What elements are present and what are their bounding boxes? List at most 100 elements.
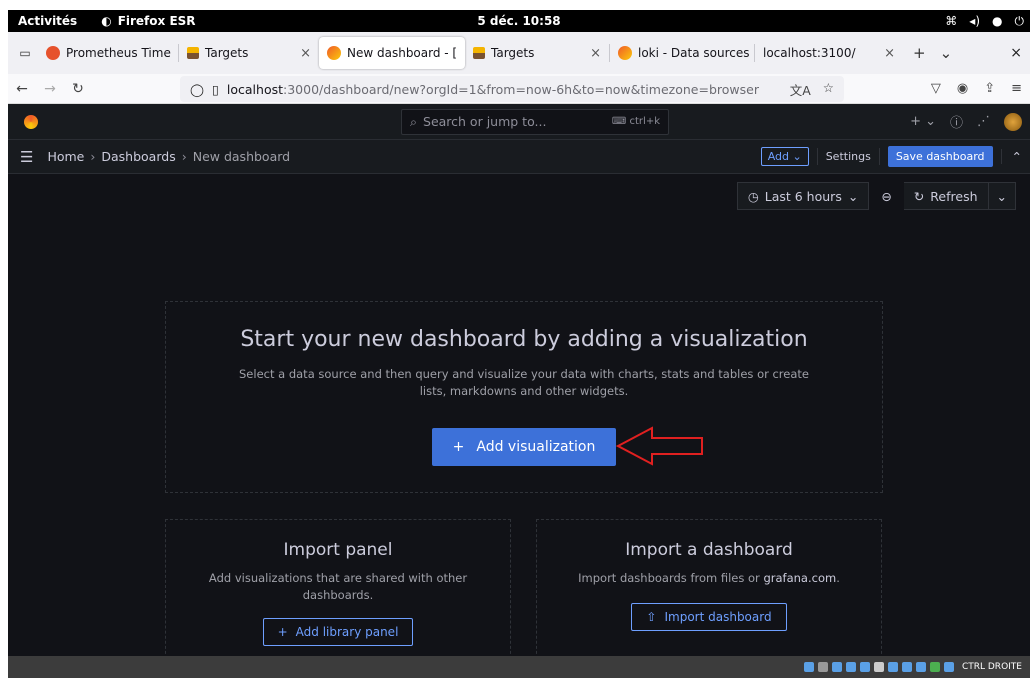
bookmark-star-icon[interactable]: ☆ <box>823 80 834 99</box>
clock[interactable]: 5 déc. 10:58 <box>477 14 560 28</box>
extensions-icon[interactable]: ⇪ <box>984 81 995 96</box>
news-rss-icon[interactable]: ⋰ <box>977 114 990 129</box>
grafana-logo-icon[interactable] <box>24 114 38 129</box>
search-input[interactable]: ⌕ Search or jump to... ⌨ ctrl+k <box>401 108 669 135</box>
vm-audio-icon[interactable] <box>831 662 842 672</box>
vm-network-icon[interactable] <box>845 662 856 672</box>
refresh-button[interactable]: ↻ Refresh <box>903 182 989 210</box>
tab-list-chevron-icon[interactable]: ⌄ <box>940 44 953 62</box>
vm-recording-icon[interactable] <box>901 662 912 672</box>
help-icon[interactable]: ⓘ <box>950 112 963 131</box>
import-dashboard-description: Import dashboards from files or grafana.… <box>578 571 840 585</box>
new-tab-icon[interactable]: + <box>913 44 926 62</box>
keyboard-shortcut: ⌨ ctrl+k <box>611 116 660 127</box>
settings-button[interactable]: Settings <box>816 148 880 165</box>
vm-shared-folder-icon[interactable] <box>873 662 884 672</box>
refresh-icon: ↻ <box>913 188 925 204</box>
vm-keyboard-icon[interactable] <box>943 662 954 672</box>
toolbar-actions: Add ⌄ Settings Save dashboard ⌃ <box>760 146 1022 167</box>
import-dashboard-card: Import a dashboard Import dashboards fro… <box>536 519 882 656</box>
new-plus-icon[interactable]: + ⌄ <box>910 114 936 129</box>
plus-icon: + <box>452 439 465 455</box>
search-placeholder: Search or jump to... <box>423 114 547 129</box>
grafana-icon <box>618 46 632 60</box>
tab-label: Prometheus Time <box>66 46 171 60</box>
tab-label: New dashboard - [ <box>347 46 458 60</box>
app-name: Firefox ESR <box>117 14 196 28</box>
navigation-bar: ← → ↻ ◯ ▯ localhost:3000/dashboard/new?o… <box>8 74 1030 104</box>
activities-button[interactable]: Activités <box>8 14 87 28</box>
empty-description: Select a data source and then query and … <box>239 367 809 398</box>
pocket-icon[interactable]: ▽ <box>931 81 941 96</box>
grafana-com-link[interactable]: grafana.com <box>763 571 836 585</box>
tab-new-dashboard[interactable]: New dashboard - [ × <box>319 37 465 69</box>
breadcrumb-dashboards[interactable]: Dashboards <box>101 149 175 164</box>
vm-disk-icon[interactable] <box>803 662 814 672</box>
close-icon[interactable]: × <box>300 46 311 61</box>
import-dashboard-button[interactable]: ⇧ Import dashboard <box>631 603 787 631</box>
prometheus-icon <box>46 46 60 60</box>
account-icon[interactable]: ◉ <box>957 81 968 96</box>
save-dashboard-button[interactable]: Save dashboard <box>887 146 993 167</box>
vm-display-icon[interactable] <box>887 662 898 672</box>
page-icon[interactable]: ▯ <box>212 82 219 97</box>
hamburger-menu-icon[interactable]: ☰ <box>20 148 33 166</box>
url-path: :3000/dashboard/new?orgId=1&from=now-6h&… <box>283 81 759 97</box>
add-visualization-button[interactable]: + Add visualization <box>432 428 616 466</box>
time-range-picker[interactable]: ◷ Last 6 hours ⌄ <box>736 182 870 210</box>
translate-icon[interactable]: 文A <box>790 80 811 99</box>
tab-label: Targets <box>205 46 249 60</box>
close-icon[interactable]: × <box>590 46 601 61</box>
grafana-header: ⌕ Search or jump to... ⌨ ctrl+k + ⌄ ⓘ ⋰ <box>8 104 1030 140</box>
add-dropdown-button[interactable]: Add ⌄ <box>760 147 809 166</box>
clock-icon: ◷ <box>747 188 759 204</box>
upload-icon: ⇧ <box>646 610 657 624</box>
breadcrumb: Home › Dashboards › New dashboard <box>47 149 291 164</box>
power-icon: ⏻ <box>1014 13 1025 28</box>
targets-icon <box>473 47 485 59</box>
reload-icon[interactable]: ↻ <box>64 81 92 97</box>
menu-icon[interactable]: ≡ <box>1011 81 1022 96</box>
mic-icon: ● <box>992 13 1003 28</box>
network-icon: ⌘ <box>945 13 958 28</box>
tab-strip: ▭ Prometheus Time × Targets × New dashbo… <box>8 32 1030 74</box>
window-close-icon[interactable]: × <box>1010 45 1022 61</box>
vm-usb-icon[interactable] <box>859 662 870 672</box>
tab-targets[interactable]: Targets × <box>179 37 319 69</box>
grafana-app: ⌕ Search or jump to... ⌨ ctrl+k + ⌄ ⓘ ⋰ … <box>8 104 1030 656</box>
close-icon[interactable]: × <box>177 46 178 61</box>
app-menu[interactable]: ◐ Firefox ESR <box>87 14 195 28</box>
empty-dashboard-panel: Start your new dashboard by adding a vis… <box>165 301 883 493</box>
tab-targets-2[interactable]: Targets × <box>465 37 609 69</box>
red-arrow-annotation <box>616 426 703 466</box>
breadcrumb-home[interactable]: Home <box>47 149 84 164</box>
chevron-down-icon: ⌄ <box>847 188 859 204</box>
import-panel-card: Import panel Add visualizations that are… <box>165 519 511 656</box>
empty-title: Start your new dashboard by adding a vis… <box>240 327 808 352</box>
grafana-icon <box>327 46 341 60</box>
add-library-panel-button[interactable]: + Add library panel <box>262 618 414 646</box>
url-bar[interactable]: ◯ ▯ localhost:3000/dashboard/new?orgId=1… <box>180 76 844 102</box>
tab-prometheus[interactable]: Prometheus Time × <box>38 37 178 69</box>
system-tray[interactable]: ⌘ ◂) ● ⏻ <box>945 14 1024 29</box>
import-dashboard-title: Import a dashboard <box>625 540 793 560</box>
refresh-interval-dropdown[interactable]: ⌄ <box>988 182 1016 210</box>
avatar[interactable] <box>1004 112 1022 131</box>
back-icon[interactable]: ← <box>8 81 36 97</box>
breadcrumb-new-dashboard: New dashboard <box>192 149 291 164</box>
zoom-out-icon[interactable]: ⊖ <box>875 182 897 210</box>
tab-label: Targets <box>491 46 535 60</box>
firefox-icon: ◐ <box>101 14 112 28</box>
host-key-label: CTRL DROITE <box>961 662 1022 672</box>
tab-loki[interactable]: loki - Data sources × <box>610 37 754 69</box>
tab-localhost-3100[interactable]: localhost:3100/ × <box>755 37 903 69</box>
close-icon[interactable]: × <box>884 46 895 61</box>
shield-icon[interactable]: ◯ <box>190 82 204 97</box>
vm-cpu-icon[interactable] <box>915 662 926 672</box>
vm-optical-icon[interactable] <box>817 662 828 672</box>
tab-tools: + ⌄ <box>903 44 952 62</box>
vm-mouse-icon[interactable] <box>929 662 940 672</box>
chevron-up-icon[interactable]: ⌃ <box>1000 149 1022 164</box>
tab-overview-icon[interactable]: ▭ <box>12 46 38 60</box>
forward-icon[interactable]: → <box>36 81 64 97</box>
